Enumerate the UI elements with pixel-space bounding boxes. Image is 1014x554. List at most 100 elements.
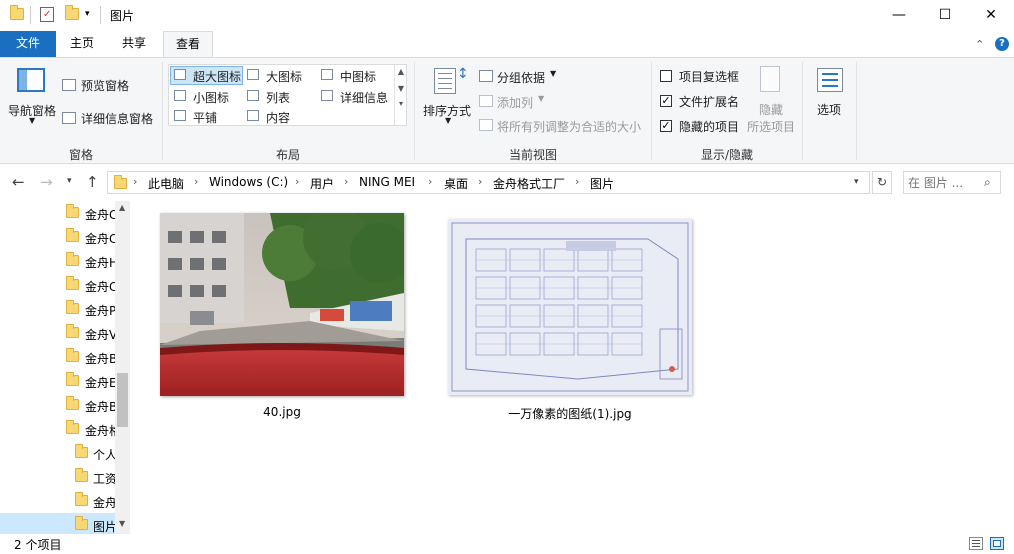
breadcrumb-user[interactable]: NING MEI — [359, 175, 415, 189]
maximize-button[interactable]: ☐ — [922, 0, 968, 31]
file-extensions-checkbox[interactable]: ✓ — [660, 95, 672, 107]
refresh-icon[interactable]: ↻ — [872, 171, 892, 194]
scrollbar-thumb[interactable] — [117, 373, 128, 427]
recent-locations-icon[interactable]: ▾ — [67, 176, 72, 186]
layout-option-medium[interactable]: 中图标 — [340, 68, 376, 85]
breadcrumb-separator-icon[interactable]: › — [344, 175, 348, 188]
nav-item[interactable]: 金舟H — [0, 249, 118, 273]
hide-selected-icon — [760, 66, 780, 92]
breadcrumb-separator-icon[interactable]: › — [478, 175, 482, 188]
layout-option-extra-large[interactable]: 超大图标 — [193, 68, 241, 85]
breadcrumb-this-pc[interactable]: 此电脑 — [148, 175, 184, 192]
nav-item[interactable]: 金舟B — [0, 345, 118, 369]
file-name[interactable]: 40.jpg — [160, 405, 404, 419]
scroll-down-icon[interactable]: ▼ — [119, 519, 125, 528]
help-icon[interactable]: ? — [995, 37, 1009, 51]
breadcrumb-separator-icon[interactable]: › — [133, 175, 137, 188]
nav-scrollbar[interactable]: ▲ ▼ — [115, 201, 130, 534]
customize-quick-access-icon[interactable]: ▾ — [85, 9, 90, 19]
tab-file[interactable]: 文件 — [0, 31, 56, 57]
breadcrumb-app-folder[interactable]: 金舟格式工厂 — [493, 175, 565, 192]
breadcrumb-current[interactable]: 图片 — [590, 175, 614, 192]
forward-arrow-icon[interactable]: → — [40, 173, 53, 191]
properties-icon[interactable]: ✓ — [40, 7, 54, 22]
hide-selected-button-line2[interactable]: 所选项目 — [747, 118, 795, 135]
layout-option-list[interactable]: 列表 — [266, 89, 290, 106]
file-thumbnail-blueprint[interactable] — [448, 219, 692, 395]
tab-home[interactable]: 主页 — [59, 31, 105, 57]
chevron-down-icon[interactable]: ▼ — [538, 94, 544, 103]
hide-selected-button-line1[interactable]: 隐藏 — [759, 101, 783, 118]
details-view-icon[interactable] — [969, 537, 983, 550]
search-input[interactable] — [908, 174, 978, 191]
tab-view[interactable]: 查看 — [163, 31, 213, 58]
chevron-down-icon[interactable]: ▼ — [29, 116, 35, 125]
layout-option-content[interactable]: 内容 — [266, 109, 290, 126]
layout-option-large[interactable]: 大图标 — [266, 68, 302, 85]
scroll-up-icon[interactable]: ▲ — [119, 203, 125, 212]
nav-item-selected[interactable]: 图片 — [0, 513, 117, 534]
address-bar[interactable]: › 此电脑 › Windows (C:) › 用户 › NING MEI › 桌… — [107, 171, 870, 194]
add-columns-icon — [479, 95, 493, 107]
list-icon — [247, 90, 259, 101]
nav-item[interactable]: 金舟C — [0, 201, 117, 225]
navigation-pane-icon[interactable] — [17, 68, 45, 92]
nav-item-label: 金舟B — [85, 352, 118, 366]
layout-option-tiles[interactable]: 平铺 — [193, 109, 217, 126]
options-button[interactable]: 选项 — [817, 101, 841, 118]
nav-item[interactable]: 金舟B — [0, 393, 117, 417]
layout-gallery-scroll[interactable]: ▲ ▼ ▾ — [394, 65, 407, 125]
preview-pane-button[interactable]: 预览窗格 — [81, 77, 129, 94]
layout-option-small[interactable]: 小图标 — [193, 89, 229, 106]
divider — [856, 62, 857, 160]
collapse-ribbon-icon[interactable]: ⌃ — [975, 38, 984, 51]
item-checkboxes-checkbox[interactable] — [660, 70, 672, 82]
add-columns-button[interactable]: 添加列 — [497, 94, 533, 111]
file-thumbnail-photo[interactable] — [160, 213, 404, 396]
chevron-down-icon[interactable]: ▼ — [550, 69, 556, 78]
new-folder-icon[interactable] — [65, 5, 79, 20]
close-button[interactable]: ✕ — [968, 0, 1014, 31]
nav-item[interactable]: 个人 — [0, 441, 117, 465]
group-by-button[interactable]: 分组依据 — [497, 69, 545, 86]
breadcrumb-separator-icon[interactable]: › — [575, 175, 579, 188]
details-pane-button[interactable]: 详细信息窗格 — [81, 110, 153, 127]
minimize-button[interactable]: — — [876, 0, 922, 31]
breadcrumb-users[interactable]: 用户 — [310, 175, 334, 192]
hidden-items-checkbox[interactable]: ✓ — [660, 120, 672, 132]
large-icons-view-icon[interactable] — [990, 537, 1004, 550]
nav-item[interactable]: 金舟C — [0, 273, 118, 297]
layout-group-label: 布局 — [275, 148, 300, 162]
nav-item[interactable]: 金舟C — [0, 225, 118, 249]
up-arrow-icon[interactable]: ↑ — [86, 173, 99, 191]
search-box[interactable]: ⌕ — [903, 171, 1001, 194]
breadcrumb-separator-icon[interactable]: › — [295, 175, 299, 188]
nav-item[interactable]: 工资 — [0, 465, 117, 489]
address-dropdown-icon[interactable]: ▾ — [854, 177, 859, 187]
file-extensions-label[interactable]: 文件扩展名 — [679, 93, 739, 110]
file-name[interactable]: 一万像素的图纸(1).jpg — [448, 405, 692, 422]
nav-item-label: 金舟C — [85, 232, 118, 246]
chevron-down-icon[interactable]: ▼ — [445, 116, 451, 125]
breadcrumb-separator-icon[interactable]: › — [428, 175, 432, 188]
nav-item[interactable]: 金舟P — [0, 297, 116, 321]
breadcrumb-desktop[interactable]: 桌面 — [444, 175, 468, 192]
nav-item[interactable]: 金舟 — [0, 489, 117, 513]
nav-item[interactable]: 金舟E — [0, 369, 117, 393]
sort-by-icon[interactable] — [434, 68, 456, 94]
size-all-columns-button[interactable]: 将所有列调整为合适的大小 — [497, 118, 641, 135]
folder-icon — [75, 468, 88, 482]
item-checkboxes-label[interactable]: 项目复选框 — [679, 68, 739, 85]
nav-item-label: 金舟C — [85, 280, 118, 294]
layout-option-details[interactable]: 详细信息 — [340, 89, 388, 106]
tab-share[interactable]: 共享 — [111, 31, 157, 57]
nav-item-label: 金舟E — [85, 376, 117, 390]
nav-item[interactable]: 金舟格 — [0, 417, 121, 441]
nav-item[interactable]: 金舟V — [0, 321, 117, 345]
hidden-items-label[interactable]: 隐藏的项目 — [679, 118, 739, 135]
back-arrow-icon[interactable]: ← — [12, 173, 25, 191]
breadcrumb-drive[interactable]: Windows (C:) — [209, 175, 288, 189]
breadcrumb-separator-icon[interactable]: › — [194, 175, 198, 188]
options-icon[interactable] — [817, 68, 843, 92]
search-icon[interactable]: ⌕ — [984, 175, 991, 190]
